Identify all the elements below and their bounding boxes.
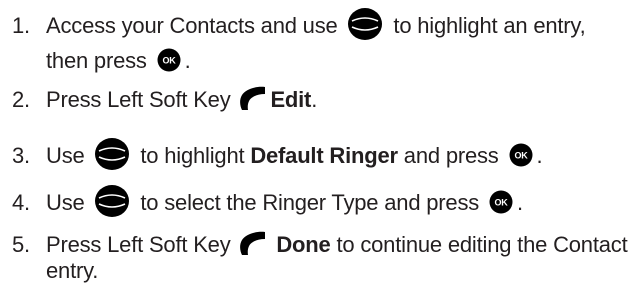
- step-number: 1.: [12, 12, 30, 38]
- step-text: .: [536, 142, 543, 168]
- softkey-label: Done: [276, 232, 331, 257]
- navigation-key-icon: [94, 136, 130, 172]
- step-3: 3. Use to highlight Default Ringer and pr…: [12, 139, 628, 175]
- step-text: Press Left Soft Key: [46, 87, 231, 112]
- left-soft-key-icon: [238, 85, 266, 111]
- step-text: to continue editing the Contact: [336, 232, 628, 257]
- step-text: to select the Ringer Type and press: [140, 189, 480, 215]
- step-text: Press Left Soft Key: [46, 232, 231, 257]
- step-4: 4. Use to select the Ringer Type and pres…: [12, 186, 628, 222]
- ok-key-icon: [489, 190, 513, 214]
- navigation-key-icon: [94, 183, 130, 219]
- instruction-steps: 1. Access your Contacts and use to highli…: [0, 0, 636, 286]
- left-soft-key-icon: [238, 230, 266, 256]
- menu-option-label: Default Ringer: [250, 142, 398, 168]
- step-text: Use: [46, 189, 85, 215]
- step-number: 4.: [12, 189, 30, 215]
- step-text: .: [311, 87, 318, 112]
- step-text: .: [516, 189, 523, 215]
- step-2: 2. Press Left Soft Key Edit.: [12, 84, 628, 116]
- step-number: 3.: [12, 142, 30, 168]
- step-text: entry.: [46, 258, 99, 283]
- step-text: then press: [46, 48, 147, 73]
- ok-key-icon: [157, 48, 181, 72]
- softkey-label: Edit: [270, 87, 312, 112]
- navigation-key-icon: [347, 6, 383, 42]
- ok-key-icon: [509, 143, 533, 167]
- step-text: to highlight: [140, 142, 245, 168]
- step-number: 5.: [12, 232, 30, 257]
- step-text: to highlight an entry,: [393, 12, 586, 38]
- step-1: 1. Access your Contacts and use to highli…: [12, 9, 628, 77]
- step-text: and press: [403, 142, 499, 168]
- step-5: 5. Press Left Soft Key Done to continue e…: [12, 229, 628, 287]
- step-text: Use: [46, 142, 85, 168]
- step-text: .: [184, 48, 191, 73]
- step-number: 2.: [12, 87, 30, 112]
- step-text: Access your Contacts and use: [46, 12, 338, 38]
